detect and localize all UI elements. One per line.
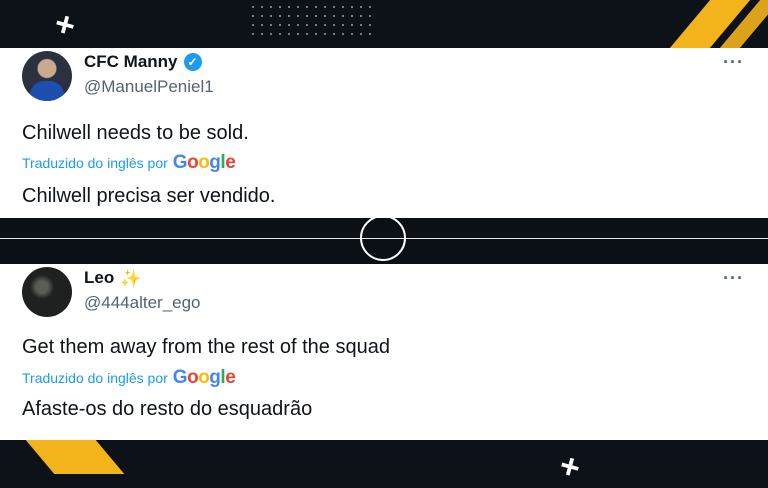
author-name[interactable]: CFC Manny bbox=[84, 52, 178, 72]
author-handle[interactable]: @444alter_ego bbox=[84, 293, 201, 313]
translation-attribution: Traduzido do inglês por Google bbox=[22, 152, 236, 174]
tweet-original-text: Get them away from the rest of the squad bbox=[22, 336, 390, 358]
background-top-band bbox=[0, 0, 768, 48]
tweet-card[interactable]: Leo ✨ @444alter_ego ··· Get them away fr… bbox=[0, 264, 768, 440]
translation-attribution: Traduzido do inglês por Google bbox=[22, 367, 236, 389]
tweet-card[interactable]: CFC Manny ✓ @ManuelPeniel1 ··· Chilwell … bbox=[0, 48, 768, 218]
divider-circle-decoration bbox=[360, 215, 406, 261]
author-name-row: Leo ✨ bbox=[84, 268, 141, 288]
avatar[interactable] bbox=[22, 51, 72, 101]
more-options-icon[interactable]: ··· bbox=[723, 52, 744, 73]
sparkle-icon: ✨ bbox=[120, 268, 142, 288]
tweet-translated-text: Afaste-os do resto do esquadrão bbox=[22, 398, 313, 420]
dot-grid-decoration bbox=[252, 6, 378, 42]
author-handle[interactable]: @ManuelPeniel1 bbox=[84, 77, 214, 97]
more-options-icon[interactable]: ··· bbox=[723, 268, 744, 289]
tweet-original-text: Chilwell needs to be sold. bbox=[22, 122, 249, 144]
tweet-translated-text: Chilwell precisa ser vendido. bbox=[22, 185, 276, 207]
author-name-row: CFC Manny ✓ bbox=[84, 52, 202, 72]
avatar[interactable] bbox=[22, 267, 72, 317]
verified-badge-icon: ✓ bbox=[183, 53, 202, 71]
google-logo: Google bbox=[172, 367, 236, 388]
translated-label: Traduzido do inglês por bbox=[22, 155, 168, 171]
author-name[interactable]: Leo bbox=[84, 268, 114, 288]
translated-label: Traduzido do inglês por bbox=[22, 370, 168, 386]
google-logo: Google bbox=[172, 152, 236, 173]
